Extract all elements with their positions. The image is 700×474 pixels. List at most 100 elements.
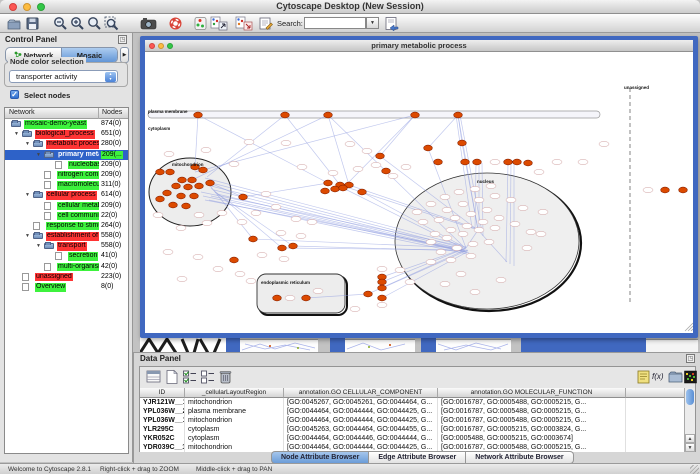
graph-node[interactable] — [324, 180, 333, 186]
network-tree-row[interactable]: macromolecule311(0) — [5, 180, 128, 190]
graph-node-label[interactable] — [510, 221, 520, 226]
table-cell[interactable]: [GO:0016787, GO:0005488, GO:0005215, G..… — [438, 407, 626, 416]
graph-edge[interactable] — [207, 115, 285, 177]
graph-node-label[interactable] — [217, 210, 227, 215]
graph-node-label[interactable] — [442, 207, 452, 212]
graph-node-label[interactable] — [405, 279, 415, 284]
table-cell[interactable]: [GO:0016787, GO:0005488, GO:0005215, G..… — [438, 398, 626, 407]
table-cell[interactable]: YPL036W__1 — [140, 416, 185, 425]
graph-node-label[interactable] — [534, 169, 544, 174]
network-tree-row[interactable]: ▼establishment of lo558(0) — [5, 231, 128, 241]
matrix-view-icon[interactable] — [684, 369, 700, 385]
unselect-attributes-icon[interactable] — [200, 369, 216, 385]
graph-node-label[interactable] — [462, 223, 472, 228]
graph-edge[interactable] — [428, 115, 458, 148]
graph-node-label[interactable] — [456, 271, 466, 276]
graph-node[interactable] — [178, 177, 187, 183]
expand-arrow-icon[interactable]: ▼ — [14, 131, 19, 137]
maximize-button[interactable] — [167, 43, 173, 49]
table-cell[interactable]: YJR121W__1 — [140, 398, 185, 407]
search-options-icon[interactable] — [384, 16, 400, 31]
graph-node[interactable] — [358, 189, 367, 195]
table-scrollbar[interactable]: ▲ ▼ — [684, 388, 695, 452]
network-tree-row[interactable]: nitrogen compo209(0) — [5, 170, 128, 180]
network-graph[interactable]: plasma membranecytoplasmmitochondrionnuc… — [145, 52, 693, 333]
graph-edge[interactable] — [343, 115, 415, 188]
import-attributes-icon[interactable] — [668, 369, 684, 385]
graph-node-label[interactable] — [538, 209, 548, 214]
graph-node-label[interactable] — [536, 231, 546, 236]
graph-node-label[interactable] — [454, 189, 464, 194]
help-icon[interactable] — [168, 16, 184, 31]
search-dropdown-icon[interactable]: ▼ — [366, 17, 379, 29]
table-column-header[interactable]: _cellularLayoutRegion — [185, 388, 284, 398]
network-tree-row[interactable]: cell communicat22(0) — [5, 211, 128, 221]
close-button[interactable] — [149, 43, 155, 49]
graph-node[interactable] — [458, 140, 467, 146]
graph-node-label[interactable] — [418, 219, 428, 224]
table-cell[interactable]: [GO:0005488, GO:0005215, GO:0003674] — [438, 434, 626, 443]
graph-node-label[interactable] — [490, 193, 500, 198]
graph-node-label[interactable] — [297, 164, 307, 169]
graph-node[interactable] — [169, 202, 178, 208]
graph-node-label[interactable] — [164, 151, 174, 156]
graph-node-label[interactable] — [279, 256, 289, 261]
graph-edge[interactable] — [243, 183, 328, 197]
node-color-combobox[interactable]: transporter activity ▲▼ — [9, 70, 118, 83]
graph-node[interactable] — [331, 186, 340, 192]
compartment-plasma-membrane[interactable] — [148, 111, 600, 118]
graph-node-label[interactable] — [446, 227, 456, 232]
graph-node[interactable] — [249, 236, 258, 242]
graph-node-label[interactable] — [446, 257, 456, 262]
table-column-header[interactable]: annotation.GO MOLECULAR_FUNCTION — [438, 388, 626, 398]
graph-node[interactable] — [239, 194, 248, 200]
graph-node-label[interactable] — [202, 220, 212, 225]
graph-node-label[interactable] — [328, 170, 338, 175]
table-cell[interactable]: [GO:0045267, GO:0045261, GO:0044464, G..… — [284, 398, 438, 407]
network-tree-row[interactable]: ▼transport558(0) — [5, 241, 128, 251]
graph-node-label[interactable] — [496, 277, 506, 282]
table-cell[interactable]: cytoplasm — [185, 434, 284, 443]
graph-node[interactable] — [461, 159, 470, 165]
graph-node-label[interactable] — [193, 254, 203, 259]
graph-node-label[interactable] — [177, 276, 187, 281]
graph-node[interactable] — [166, 169, 175, 175]
graph-node-label[interactable] — [201, 147, 211, 152]
graph-node-label[interactable] — [345, 141, 355, 146]
graph-node-label[interactable] — [450, 215, 460, 220]
close-button[interactable] — [9, 3, 17, 11]
graph-node-label[interactable] — [229, 161, 239, 166]
search-input[interactable] — [304, 17, 366, 29]
graph-node-label[interactable] — [244, 139, 254, 144]
graph-node-label[interactable] — [285, 295, 295, 300]
graph-node[interactable] — [182, 203, 191, 209]
graph-node-label[interactable] — [281, 140, 291, 145]
graph-node-label[interactable] — [395, 267, 405, 272]
create-attribute-icon[interactable] — [164, 369, 180, 385]
network-tree-row[interactable]: Overview8(0) — [5, 282, 128, 292]
scroll-down-icon[interactable]: ▼ — [685, 443, 695, 452]
graph-node[interactable] — [339, 185, 348, 191]
graph-node-label[interactable] — [478, 219, 488, 224]
graph-node-label[interactable] — [307, 219, 317, 224]
delete-attribute-icon[interactable] — [218, 369, 234, 385]
graph-node[interactable] — [177, 193, 186, 199]
graph-node[interactable] — [378, 285, 387, 291]
graph-node[interactable] — [206, 180, 215, 186]
expand-arrow-icon[interactable]: ▼ — [36, 243, 41, 249]
graph-node[interactable] — [504, 159, 513, 165]
graph-node-label[interactable] — [362, 148, 372, 153]
manage-networks-icon[interactable] — [210, 16, 226, 31]
graph-node[interactable] — [434, 159, 443, 165]
graph-node[interactable] — [194, 112, 203, 118]
graph-node-label[interactable] — [436, 249, 446, 254]
table-cell[interactable]: mitochondrion — [185, 443, 284, 452]
graph-node-label[interactable] — [153, 212, 163, 217]
table-column-header[interactable]: annotation.GO CELLULAR_COMPONENT — [284, 388, 438, 398]
float-panel-icon[interactable]: ◳ — [118, 35, 127, 44]
graph-node-label[interactable] — [522, 245, 532, 250]
table-cell[interactable]: [GO:0044464, GO:0044444, GO:0044425, G..… — [284, 407, 438, 416]
graph-node[interactable] — [513, 159, 522, 165]
graph-node-label[interactable] — [388, 173, 398, 178]
network-tree-row[interactable]: secretion41(0) — [5, 251, 128, 261]
